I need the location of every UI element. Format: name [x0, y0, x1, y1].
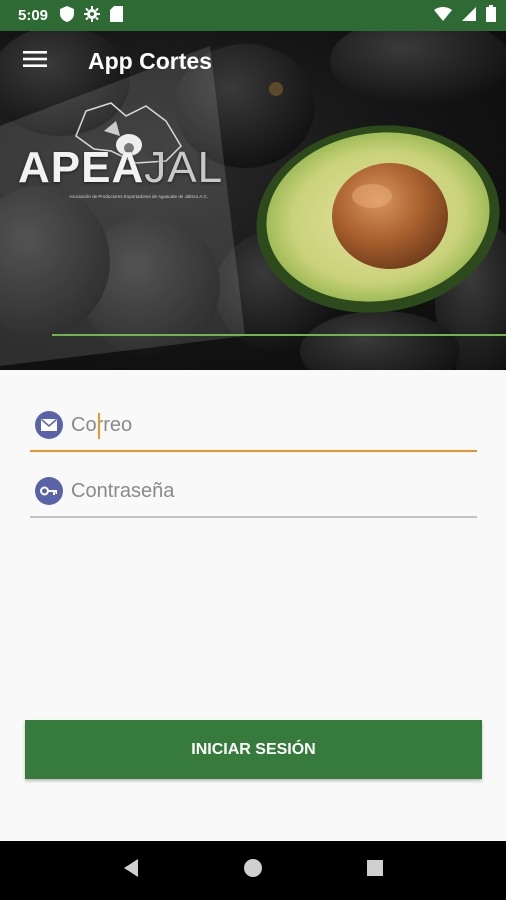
- back-button[interactable]: [111, 851, 151, 891]
- status-time: 5:09: [18, 7, 49, 24]
- signal-icon: [462, 6, 476, 25]
- hero-divider-line: [52, 334, 506, 336]
- status-bar: 5:09: [0, 0, 506, 31]
- login-button[interactable]: INICIAR SESIÓN: [25, 720, 482, 779]
- app-title: App Cortes: [88, 47, 212, 74]
- system-navigation-bar: [0, 841, 506, 900]
- toolbar: App Cortes: [0, 31, 506, 91]
- gear-icon: [84, 5, 101, 26]
- sd-card-icon: [110, 5, 124, 26]
- wifi-icon: [434, 6, 452, 25]
- hamburger-menu-button[interactable]: [0, 31, 70, 91]
- apeajal-logo-text: APEAJAL: [18, 143, 224, 192]
- recents-icon: [366, 859, 384, 882]
- recents-button[interactable]: [355, 851, 395, 891]
- email-input[interactable]: [69, 405, 449, 445]
- email-field-row: [30, 400, 477, 452]
- envelope-icon: [35, 411, 63, 439]
- password-field-row: [30, 466, 477, 518]
- shield-icon: [60, 5, 75, 26]
- header-banner: APEAJAL Asociación de Productores Export…: [0, 31, 506, 370]
- text-cursor: [98, 413, 100, 439]
- logo-subtitle: Asociación de Productores Exportadores d…: [69, 194, 208, 199]
- home-icon: [243, 858, 263, 883]
- home-button[interactable]: [233, 851, 273, 891]
- key-icon: [35, 477, 63, 505]
- password-input[interactable]: [69, 471, 449, 511]
- back-icon: [122, 858, 140, 883]
- battery-icon: [486, 5, 496, 26]
- hamburger-menu-icon: [23, 50, 47, 73]
- login-form: [30, 400, 477, 518]
